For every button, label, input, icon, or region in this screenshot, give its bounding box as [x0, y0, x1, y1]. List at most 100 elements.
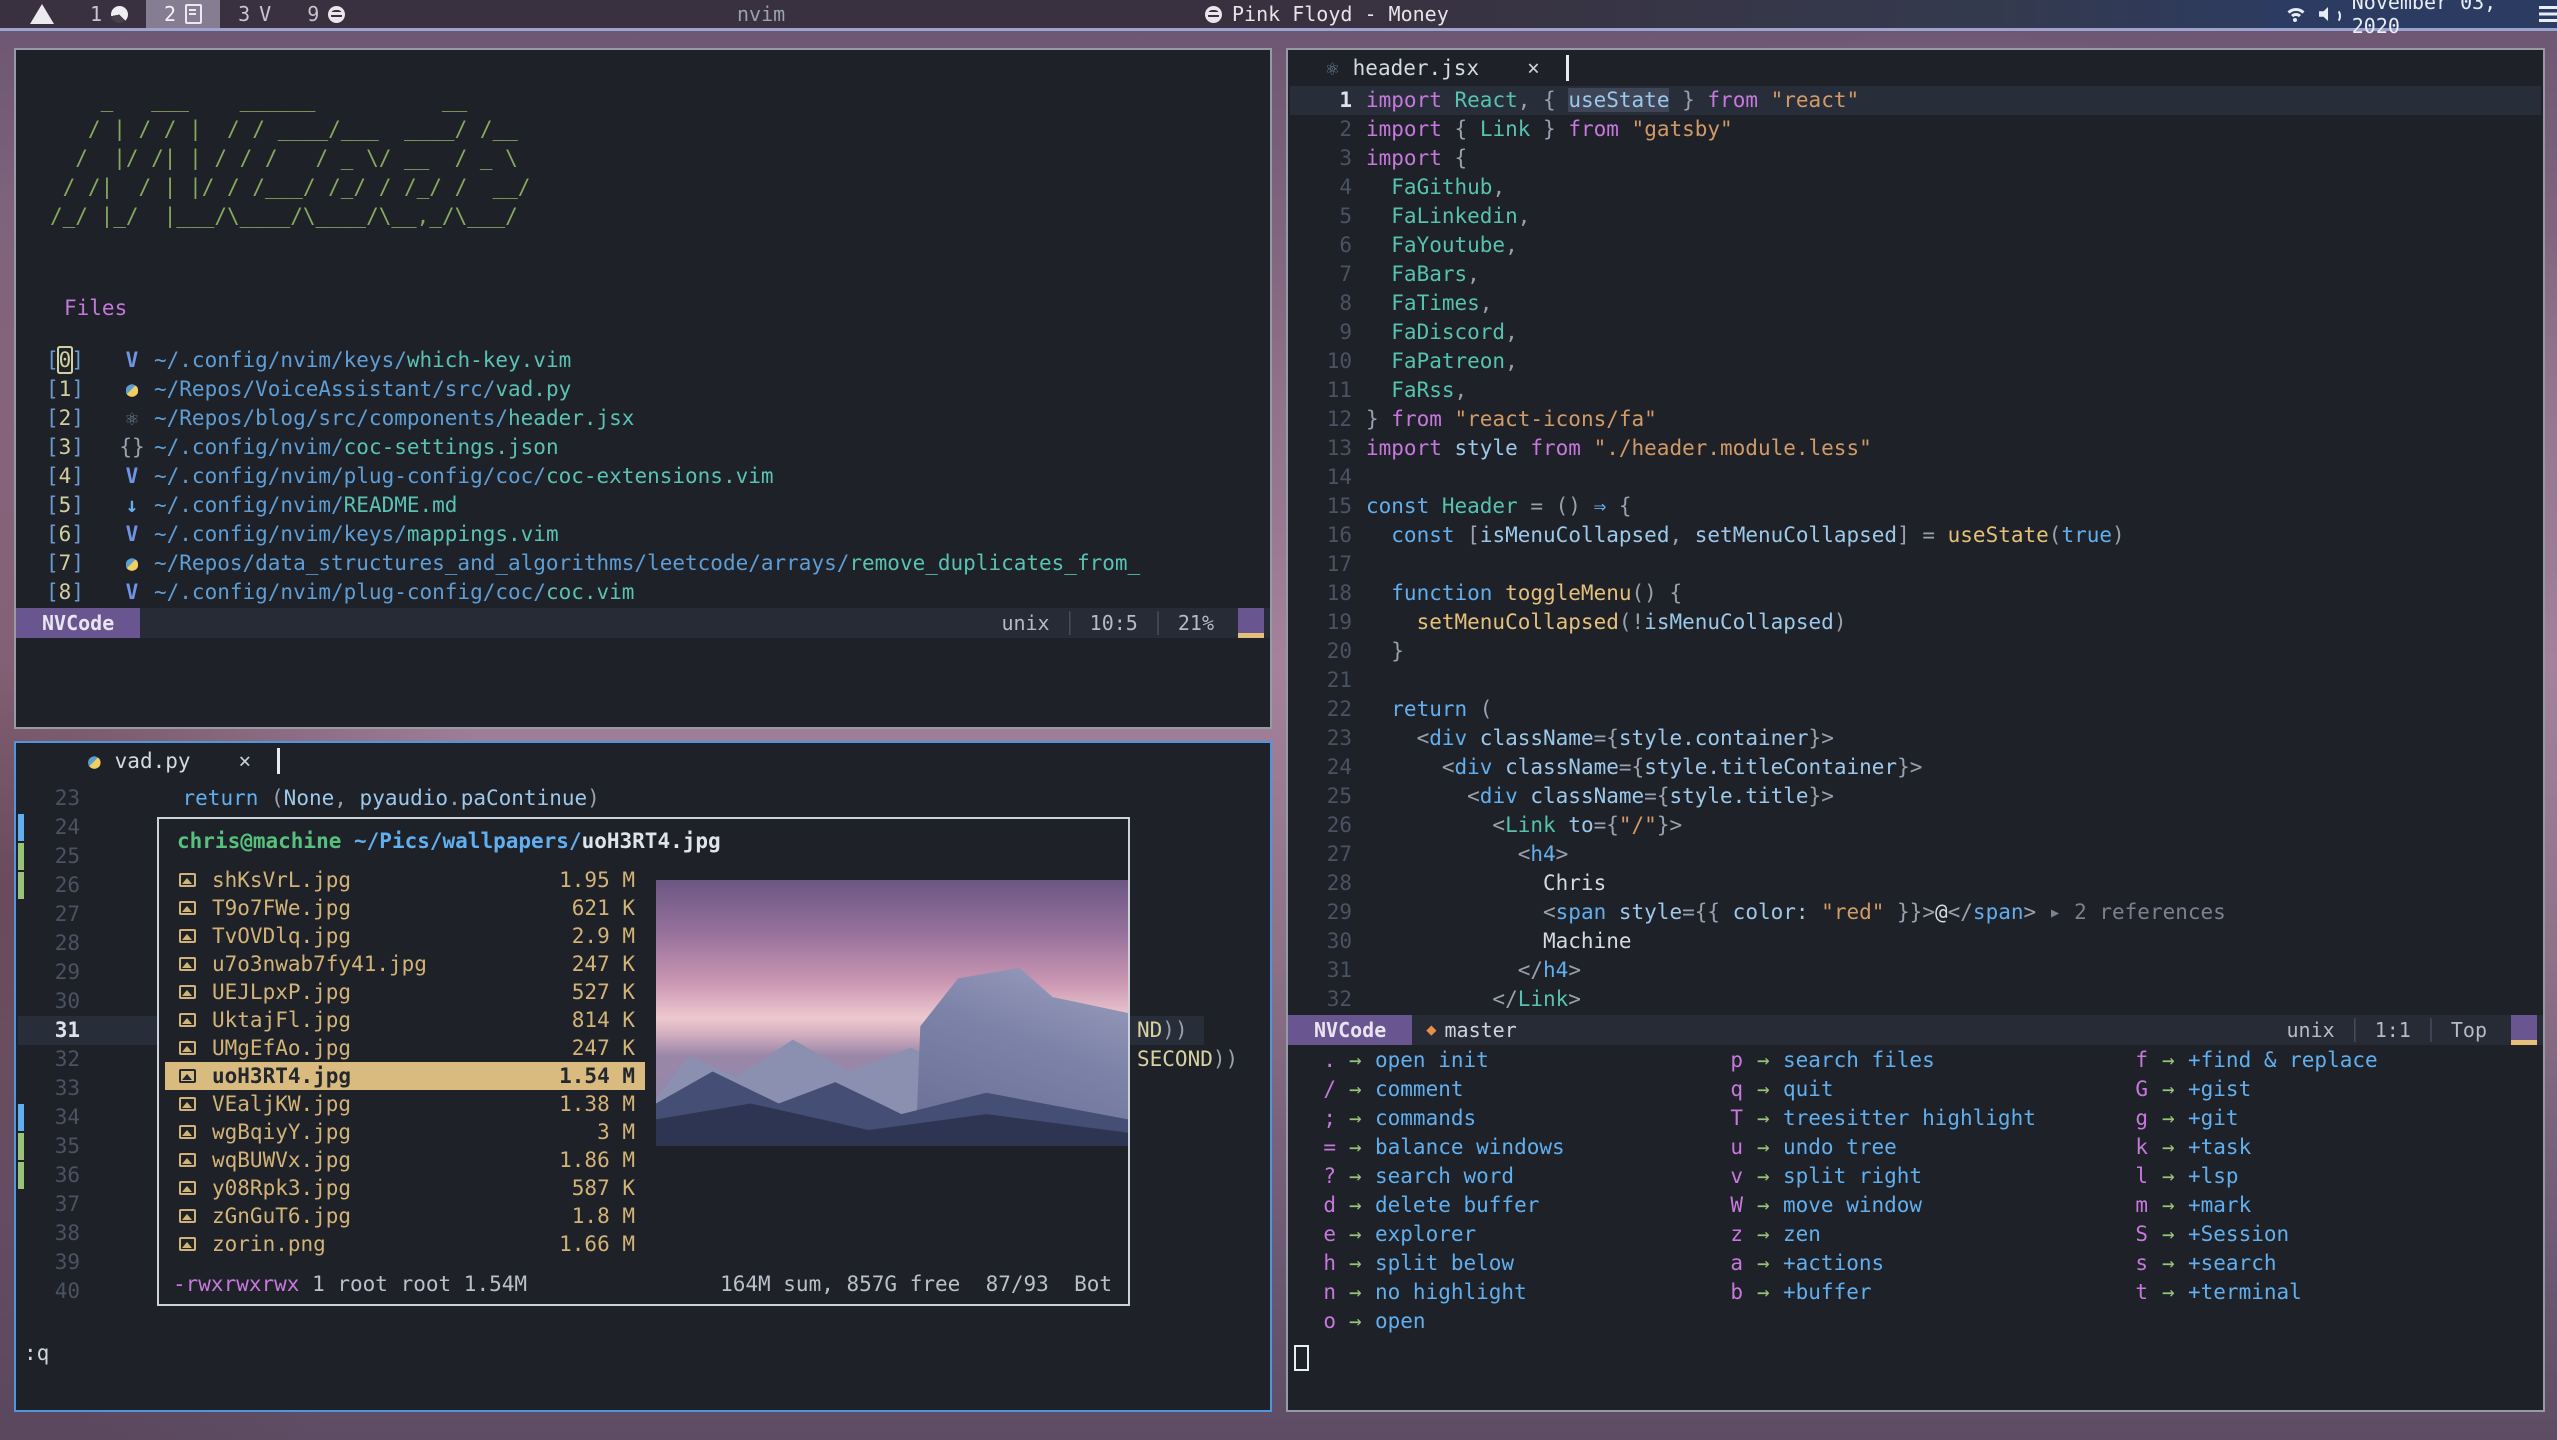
which-key-row[interactable]: h→split belowa→+actionss→+search: [1290, 1249, 2541, 1278]
which-key-key[interactable]: =: [1290, 1133, 1336, 1162]
which-key-key[interactable]: l: [2102, 1162, 2148, 1191]
menu-icon[interactable]: [2539, 6, 2557, 22]
picker-file-row[interactable]: T9o7FWe.jpg621 K: [165, 894, 645, 922]
which-key-desc[interactable]: +lsp: [2188, 1162, 2239, 1191]
which-key-row[interactable]: /→commentq→quitG→+gist: [1290, 1075, 2541, 1104]
which-key-desc[interactable]: explorer: [1375, 1220, 1476, 1249]
start-entry[interactable]: [0]V~/.config/nvim/keys/which-key.vim: [46, 346, 1140, 375]
workspace-2[interactable]: 2: [146, 0, 220, 28]
picker-file-row[interactable]: wqBUWVx.jpg1.86 M: [165, 1146, 645, 1174]
picker-file-row[interactable]: wgBqiyY.jpg3 M: [165, 1118, 645, 1146]
which-key-desc[interactable]: search files: [1783, 1046, 1935, 1075]
which-key-desc[interactable]: +Session: [2188, 1220, 2289, 1249]
workspace-1[interactable]: 1: [72, 0, 146, 28]
wifi-icon[interactable]: [2283, 5, 2303, 23]
which-key-row[interactable]: e→explorerz→zenS→+Session: [1290, 1220, 2541, 1249]
which-key-key[interactable]: /: [1290, 1075, 1336, 1104]
which-key-row[interactable]: .→open initp→search filesf→+find & repla…: [1290, 1046, 2541, 1075]
which-key-key[interactable]: g: [2102, 1104, 2148, 1133]
picker-file-row[interactable]: zGnGuT6.jpg1.8 M: [165, 1202, 645, 1230]
close-icon[interactable]: ×: [239, 749, 252, 773]
which-key-row[interactable]: ;→commandsT→treesitter highlightg→+git: [1290, 1104, 2541, 1133]
which-key-key[interactable]: s: [2102, 1249, 2148, 1278]
which-key-desc[interactable]: +buffer: [1783, 1278, 1872, 1307]
start-entry[interactable]: [1]●~/Repos/VoiceAssistant/src/vad.py: [46, 375, 1140, 404]
which-key-desc[interactable]: open: [1375, 1307, 1426, 1336]
which-key-key[interactable]: G: [2102, 1075, 2148, 1104]
which-key-key[interactable]: f: [2102, 1046, 2148, 1075]
which-key-desc[interactable]: zen: [1783, 1220, 1821, 1249]
picker-file-row[interactable]: shKsVrL.jpg1.95 M: [165, 866, 645, 894]
picker-file-row[interactable]: u7o3nwab7fy41.jpg247 K: [165, 950, 645, 978]
which-key-key[interactable]: S: [2102, 1220, 2148, 1249]
start-entry[interactable]: [8]V~/.config/nvim/plug-config/coc/coc.v…: [46, 578, 1140, 607]
start-entry[interactable]: [6]V~/.config/nvim/keys/mappings.vim: [46, 520, 1140, 549]
which-key-key[interactable]: a: [1697, 1249, 1743, 1278]
which-key-desc[interactable]: split below: [1375, 1249, 1514, 1278]
which-key-key[interactable]: k: [2102, 1133, 2148, 1162]
which-key-desc[interactable]: balance windows: [1375, 1133, 1565, 1162]
which-key-key[interactable]: ?: [1290, 1162, 1336, 1191]
which-key-desc[interactable]: +search: [2188, 1249, 2277, 1278]
which-key-key[interactable]: W: [1697, 1191, 1743, 1220]
which-key-desc[interactable]: comment: [1375, 1075, 1464, 1104]
which-key-desc[interactable]: undo tree: [1783, 1133, 1897, 1162]
workspace-9[interactable]: 9: [289, 0, 363, 28]
which-key-desc[interactable]: quit: [1783, 1075, 1834, 1104]
which-key-desc[interactable]: +mark: [2188, 1191, 2251, 1220]
code-editor-window[interactable]: ⚛ header.jsx × 1import React, { useState…: [1286, 48, 2545, 1412]
which-key-desc[interactable]: no highlight: [1375, 1278, 1527, 1307]
picker-file-row[interactable]: TvOVDlq.jpg2.9 M: [165, 922, 645, 950]
volume-icon[interactable]: [2319, 6, 2336, 22]
picker-file-row[interactable]: zorin.png1.66 M: [165, 1230, 645, 1258]
which-key-row[interactable]: d→delete bufferW→move windowm→+mark: [1290, 1191, 2541, 1220]
which-key-key[interactable]: p: [1697, 1046, 1743, 1075]
which-key-key[interactable]: T: [1697, 1104, 1743, 1133]
which-key-row[interactable]: =→balance windowsu→undo treek→+task: [1290, 1133, 2541, 1162]
close-icon[interactable]: ×: [1527, 56, 1540, 80]
which-key-row[interactable]: o→open: [1290, 1307, 2541, 1336]
which-key-row[interactable]: ?→search wordv→split rightl→+lsp: [1290, 1162, 2541, 1191]
which-key-desc[interactable]: +actions: [1783, 1249, 1884, 1278]
which-key-row[interactable]: n→no highlightb→+buffert→+terminal: [1290, 1278, 2541, 1307]
which-key-key[interactable]: z: [1697, 1220, 1743, 1249]
which-key-key[interactable]: d: [1290, 1191, 1336, 1220]
tab-label[interactable]: vad.py: [115, 749, 191, 773]
command-line[interactable]: :q: [24, 1341, 49, 1365]
which-key-desc[interactable]: move window: [1783, 1191, 1922, 1220]
buffer-tab[interactable]: ● vad.py ×: [16, 745, 280, 777]
start-entry[interactable]: [5]↓~/.config/nvim/README.md: [46, 491, 1140, 520]
which-key-desc[interactable]: search word: [1375, 1162, 1514, 1191]
which-key-desc[interactable]: +git: [2188, 1104, 2239, 1133]
now-playing[interactable]: Pink Floyd - Money: [1205, 0, 1449, 28]
which-key-desc[interactable]: split right: [1783, 1162, 1922, 1191]
which-key-key[interactable]: .: [1290, 1046, 1336, 1075]
picker-file-row[interactable]: VEaljKW.jpg1.38 M: [165, 1090, 645, 1118]
which-key-key[interactable]: u: [1697, 1133, 1743, 1162]
tab-label[interactable]: header.jsx: [1353, 56, 1479, 80]
buffer-tab[interactable]: ⚛ header.jsx ×: [1288, 52, 1569, 84]
start-entry[interactable]: [7]●~/Repos/data_structures_and_algorith…: [46, 549, 1140, 578]
which-key-desc[interactable]: +gist: [2188, 1075, 2251, 1104]
start-entry[interactable]: [2]⚛~/Repos/blog/src/components/header.j…: [46, 404, 1140, 433]
workspace-3[interactable]: 3V: [220, 0, 289, 28]
which-key-desc[interactable]: delete buffer: [1375, 1191, 1539, 1220]
which-key-key[interactable]: b: [1697, 1278, 1743, 1307]
startify-window[interactable]: _ ___ ______ __ / | / / | / / ____/___ _…: [14, 48, 1272, 729]
picker-file-row[interactable]: y08Rpk3.jpg587 K: [165, 1174, 645, 1202]
which-key-key[interactable]: e: [1290, 1220, 1336, 1249]
which-key-desc[interactable]: treesitter highlight: [1783, 1104, 2036, 1133]
which-key-key[interactable]: o: [1290, 1307, 1336, 1336]
picker-file-row[interactable]: uoH3RT4.jpg1.54 M: [165, 1062, 645, 1090]
file-picker-float[interactable]: chris@machine ~/Pics/wallpapers/uoH3RT4.…: [157, 817, 1130, 1306]
which-key-desc[interactable]: +terminal: [2188, 1278, 2302, 1307]
which-key-desc[interactable]: +task: [2188, 1133, 2251, 1162]
picker-file-row[interactable]: UEJLpxP.jpg527 K: [165, 978, 645, 1006]
which-key-key[interactable]: q: [1697, 1075, 1743, 1104]
which-key-key[interactable]: n: [1290, 1278, 1336, 1307]
start-entry[interactable]: [3]{}~/.config/nvim/coc-settings.json: [46, 433, 1140, 462]
picker-file-row[interactable]: UMgEfAo.jpg247 K: [165, 1034, 645, 1062]
which-key-key[interactable]: v: [1697, 1162, 1743, 1191]
which-key-key[interactable]: ;: [1290, 1104, 1336, 1133]
which-key-desc[interactable]: +find & replace: [2188, 1046, 2378, 1075]
